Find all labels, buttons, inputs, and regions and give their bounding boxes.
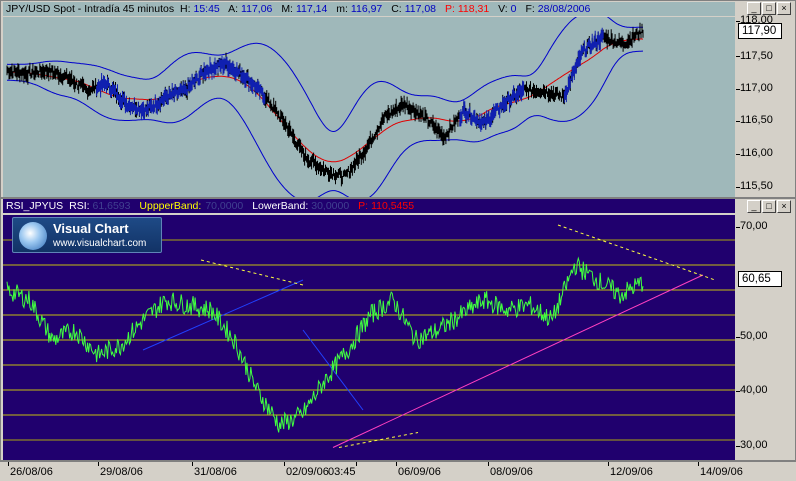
field-label: M:: [281, 3, 293, 15]
globe-icon: [19, 222, 47, 250]
field-value: 117,14: [295, 3, 328, 15]
price-tick: 116,50: [740, 114, 773, 126]
price-chart-svg: [6, 17, 644, 197]
lower-band-value: 30,0000: [311, 200, 350, 212]
price-tick: 117,00: [740, 82, 773, 94]
rsi-p-value: 110,5455: [371, 200, 415, 212]
field-label: C:: [391, 3, 402, 15]
upper-band-value: 70,0000: [205, 200, 244, 212]
rsi-tick: 50,00: [740, 330, 768, 342]
p-label: P:: [444, 3, 455, 15]
logo-title: Visual Chart: [53, 221, 129, 236]
rsi-window-controls: _ □ ×: [747, 200, 791, 213]
p-value: 118,31: [457, 3, 490, 15]
resistance-dashed-line: [200, 259, 304, 286]
price-plot[interactable]: [3, 17, 735, 197]
price-tick: 117,50: [740, 50, 773, 62]
date-label: 26/08/06: [10, 466, 53, 478]
f-value: 28/08/2006: [537, 3, 591, 15]
field-label: A:: [228, 3, 239, 15]
v-value: 0: [510, 3, 517, 15]
rsi-tick: 70,00: [740, 220, 768, 232]
date-label: 14/09/06: [700, 466, 743, 478]
upper-band-label: UppperBand:: [139, 200, 202, 212]
field-value: 117,06: [241, 3, 273, 15]
date-label: 12/09/06: [610, 466, 653, 478]
rsi-name: RSI_JPYUS: [6, 200, 64, 212]
rsi-axis: 70,00 50,00 40,00 30,00 60,65: [736, 215, 795, 460]
maximize-button[interactable]: □: [762, 200, 776, 213]
logo-url: www.visualchart.com: [53, 238, 147, 249]
minimize-button[interactable]: _: [747, 200, 761, 213]
rsi-p-label: P:: [358, 200, 369, 212]
price-bars-highlight: [96, 27, 604, 132]
field-value: 117,08: [404, 3, 437, 15]
rsi-line: [6, 256, 644, 433]
price-panel[interactable]: JPY/USD Spot - Intradía 45 minutos H: 15:…: [0, 0, 796, 198]
date-label: 03:45: [328, 466, 356, 478]
rsi-caption: RSI_JPYUS RSI: 61,6593 UppperBand: 70,0000…: [3, 199, 735, 213]
upper-bollinger-band: [6, 17, 643, 133]
date-label: 29/08/06: [100, 466, 143, 478]
close-button[interactable]: ×: [777, 2, 791, 15]
price-caption: JPY/USD Spot - Intradía 45 minutos H: 15:…: [3, 2, 735, 16]
field-label: m:: [336, 3, 348, 15]
field-value: 15:45: [193, 3, 220, 15]
date-label: 31/08/06: [194, 466, 237, 478]
date-label: 06/09/06: [398, 466, 441, 478]
field-value: 116,97: [350, 3, 383, 15]
date-label: 08/09/06: [490, 466, 533, 478]
close-button[interactable]: ×: [777, 200, 791, 213]
price-axis: 118,00 117,50 117,00 116,50 116,00 115,5…: [736, 14, 795, 197]
v-label: V:: [498, 3, 508, 15]
date-label: 02/09/06: [286, 466, 329, 478]
rsi-tick: 40,00: [740, 384, 768, 396]
price-tick: 115,50: [740, 180, 773, 192]
price-bars: [6, 22, 644, 187]
rsi-value: 61,6593: [92, 200, 131, 212]
visual-chart-logo: Visual Chart www.visualchart.com: [12, 217, 162, 253]
rsi-tick: 30,00: [740, 439, 768, 451]
price-tick: 116,00: [740, 147, 773, 159]
rsi-label: RSI:: [69, 200, 90, 212]
instrument-title: JPY/USD Spot - Intradía 45 minutos: [6, 3, 175, 15]
price-current-value: 117,90: [738, 23, 782, 39]
moving-average-line: [6, 38, 644, 163]
f-label: F:: [525, 3, 535, 15]
field-label: H:: [180, 3, 191, 15]
rsi-current-value: 60,65: [738, 271, 782, 287]
time-axis: 26/08/06 29/08/06 31/08/06 02/09/06 03:4…: [0, 461, 796, 481]
lower-band-label: LowerBand:: [252, 200, 309, 212]
